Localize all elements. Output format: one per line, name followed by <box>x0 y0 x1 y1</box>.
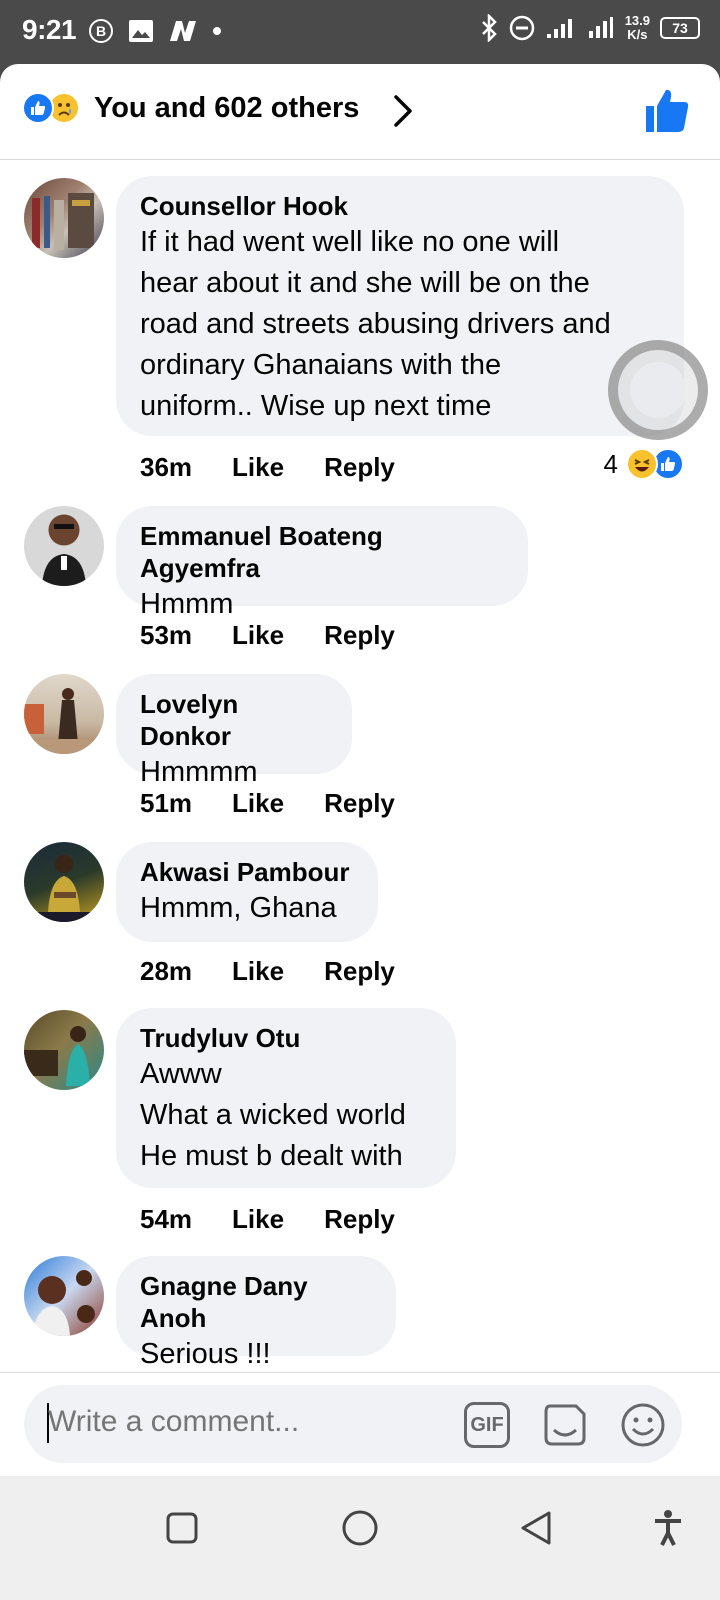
avatar[interactable] <box>24 674 104 754</box>
reaction-count: 4 <box>603 448 618 479</box>
like-button[interactable]: Like <box>232 452 284 483</box>
avatar[interactable] <box>24 1256 104 1336</box>
avatar[interactable] <box>24 1010 104 1090</box>
comment-bubble: Akwasi Pambour Hmmm, Ghana <box>116 842 378 942</box>
comment-author[interactable]: Lovelyn Donkor <box>140 688 328 752</box>
gallery-icon <box>129 20 153 42</box>
reply-button[interactable]: Reply <box>324 956 395 987</box>
avatar[interactable] <box>24 178 104 258</box>
comment-author[interactable]: Counsellor Hook <box>140 190 660 222</box>
comment-bubble: Counsellor Hook If it had went well like… <box>116 176 684 436</box>
comment-time: 51m <box>140 788 193 818</box>
comment-bubble: Emmanuel Boateng Agyemfra Hmmm <box>116 506 528 620</box>
home-icon[interactable] <box>334 1502 386 1554</box>
avatar[interactable] <box>24 842 104 922</box>
comment-text: Hmmmm <box>140 756 258 788</box>
svg-text:B: B <box>96 23 106 39</box>
reply-button[interactable]: Reply <box>324 620 395 651</box>
comment-time: 36m <box>140 452 193 482</box>
app-n-icon <box>170 21 196 41</box>
comment-author[interactable]: Akwasi Pambour <box>140 856 354 888</box>
comment-text: Hmmm, Ghana <box>140 892 337 924</box>
like-reaction-icon <box>22 92 54 124</box>
comment-time: 28m <box>140 956 193 986</box>
haha-reaction-icon <box>626 448 658 480</box>
emoji-icon[interactable] <box>620 1402 666 1448</box>
signal-3g-icon <box>588 17 613 38</box>
comment-author[interactable]: Emmanuel Boateng Agyemfra <box>140 520 504 584</box>
comment-bubble: Gnagne Dany Anoh Serious !!! <box>116 1256 396 1370</box>
comment-text: Awww What a wicked world He must b dealt… <box>140 1058 406 1172</box>
comment-bubble: Lovelyn Donkor Hmmmm <box>116 674 352 788</box>
battery-indicator: 73 <box>660 17 700 39</box>
do-not-disturb-icon <box>509 15 534 41</box>
status-time: 9:21 <box>22 14 77 45</box>
thumbs-up-icon[interactable] <box>644 88 690 134</box>
comment-text: Hmmm <box>140 588 234 620</box>
recents-icon[interactable] <box>156 1502 208 1554</box>
reactions-header[interactable]: You and 602 others <box>0 64 720 160</box>
comment-input-box[interactable]: GIF <box>24 1385 682 1463</box>
comment-actions: 36m Like Reply <box>140 452 395 483</box>
network-speed: 13.9 K/s <box>624 13 650 42</box>
comment-author[interactable]: Trudyluv Otu <box>140 1022 432 1054</box>
accessibility-icon[interactable] <box>642 1502 694 1554</box>
touch-indicator <box>608 340 708 440</box>
gif-icon[interactable]: GIF <box>464 1402 510 1448</box>
comment-actions: 53m Like Reply <box>140 620 395 651</box>
comment-author[interactable]: Gnagne Dany Anoh <box>140 1270 372 1334</box>
avatar[interactable] <box>24 506 104 586</box>
chevron-right-icon[interactable] <box>392 94 414 128</box>
signal-icon <box>546 19 572 38</box>
reply-button[interactable]: Reply <box>324 1204 395 1235</box>
comment-actions: 28m Like Reply <box>140 956 395 987</box>
comment-actions: 54m Like Reply <box>140 1204 395 1235</box>
like-button[interactable]: Like <box>232 1204 284 1235</box>
status-bar: 9:21 B 13.9 K/s 73 <box>0 0 720 64</box>
bluetooth-icon <box>481 14 497 42</box>
reply-button[interactable]: Reply <box>324 788 395 819</box>
comment-bubble: Trudyluv Otu Awww What a wicked world He… <box>116 1008 456 1188</box>
reactions-summary: You and 602 others <box>94 92 360 124</box>
comment-reactions[interactable]: 4 <box>604 448 684 480</box>
comment-input[interactable] <box>48 1405 428 1439</box>
back-icon[interactable] <box>510 1502 562 1554</box>
system-nav-bar <box>0 1476 720 1600</box>
reply-button[interactable]: Reply <box>324 452 395 483</box>
comment-actions: 51m Like Reply <box>140 788 395 819</box>
comment-composer: GIF <box>0 1372 720 1476</box>
sticker-icon[interactable] <box>542 1402 588 1448</box>
comment-text: Serious !!! <box>140 1338 271 1370</box>
comment-time: 53m <box>140 620 193 650</box>
dot-icon <box>213 27 221 35</box>
b-badge-icon: B <box>89 19 113 43</box>
like-button[interactable]: Like <box>232 956 284 987</box>
comments-sheet: You and 602 others Counsellor Hook If it… <box>0 64 720 1504</box>
comment-time: 54m <box>140 1204 193 1234</box>
like-button[interactable]: Like <box>232 788 284 819</box>
like-button[interactable]: Like <box>232 620 284 651</box>
comment-text: If it had went well like no one will hea… <box>140 226 611 422</box>
